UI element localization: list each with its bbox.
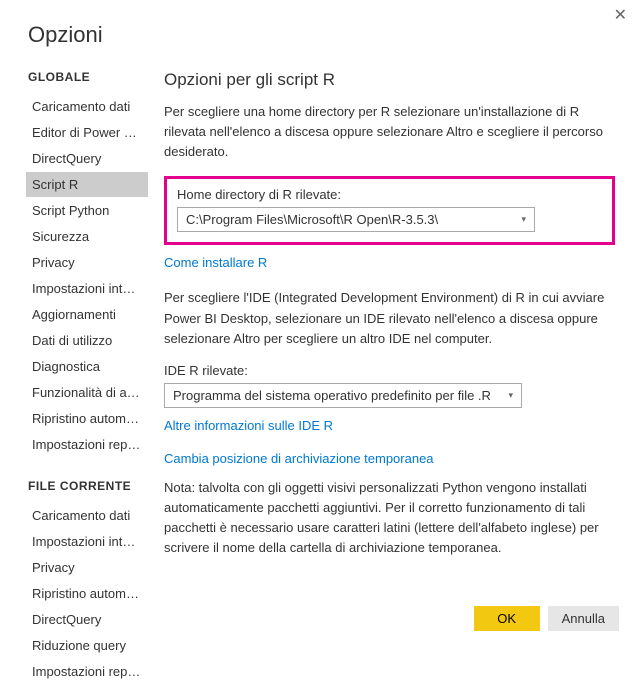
sidebar-header-current: FILE CORRENTE — [28, 479, 148, 493]
ide-label: IDE R rilevate: — [164, 363, 615, 378]
sidebar-item[interactable]: Aggiornamenti — [26, 302, 148, 327]
sidebar-item[interactable]: Riduzione query — [26, 633, 148, 658]
ide-section: IDE R rilevate: Programma del sistema op… — [164, 363, 615, 408]
dialog-buttons: OK Annulla — [474, 606, 619, 631]
sidebar-item[interactable]: Ripristino automatico — [26, 406, 148, 431]
sidebar-item[interactable]: Sicurezza — [26, 224, 148, 249]
main-title: Opzioni per gli script R — [164, 70, 615, 90]
sidebar-global-list: Caricamento datiEditor di Power QueryDir… — [28, 94, 148, 457]
intro-text: Per scegliere una home directory per R s… — [164, 102, 615, 162]
sidebar-item[interactable]: Caricamento dati — [26, 503, 148, 528]
sidebar-item[interactable]: DirectQuery — [26, 607, 148, 632]
sidebar-item[interactable]: DirectQuery — [26, 146, 148, 171]
sidebar-item[interactable]: Privacy — [26, 555, 148, 580]
sidebar-item[interactable]: Impostazioni intern... — [26, 529, 148, 554]
ide-info-link[interactable]: Altre informazioni sulle IDE R — [164, 418, 333, 433]
sidebar-item[interactable]: Caricamento dati — [26, 94, 148, 119]
sidebar-item[interactable]: Privacy — [26, 250, 148, 275]
temp-storage-link[interactable]: Cambia posizione di archiviazione tempor… — [164, 451, 434, 466]
sidebar-current-list: Caricamento datiImpostazioni intern...Pr… — [28, 503, 148, 684]
install-r-link[interactable]: Come installare R — [164, 255, 267, 270]
ide-value: Programma del sistema operativo predefin… — [173, 388, 491, 403]
sidebar-item[interactable]: Funzionalità di ante... — [26, 380, 148, 405]
sidebar-item[interactable]: Editor di Power Query — [26, 120, 148, 145]
ok-button[interactable]: OK — [474, 606, 540, 631]
sidebar-item[interactable]: Impostazioni report — [26, 659, 148, 684]
sidebar-item[interactable]: Script Python — [26, 198, 148, 223]
chevron-down-icon: ▾ — [508, 390, 513, 401]
sidebar-header-global: GLOBALE — [28, 70, 148, 84]
ide-dropdown[interactable]: Programma del sistema operativo predefin… — [164, 383, 522, 408]
ide-text: Per scegliere l'IDE (Integrated Developm… — [164, 288, 615, 348]
dialog-content: GLOBALE Caricamento datiEditor di Power … — [0, 70, 639, 609]
sidebar: GLOBALE Caricamento datiEditor di Power … — [0, 70, 148, 609]
home-directory-label: Home directory di R rilevate: — [177, 187, 602, 202]
main-panel: Opzioni per gli script R Per scegliere u… — [148, 70, 639, 609]
home-directory-section: Home directory di R rilevate: C:\Program… — [164, 176, 615, 245]
sidebar-item[interactable]: Script R — [26, 172, 148, 197]
sidebar-item[interactable]: Ripristino automatico — [26, 581, 148, 606]
sidebar-item[interactable]: Dati di utilizzo — [26, 328, 148, 353]
home-directory-dropdown[interactable]: C:\Program Files\Microsoft\R Open\R-3.5.… — [177, 207, 535, 232]
cancel-button[interactable]: Annulla — [548, 606, 619, 631]
sidebar-item[interactable]: Impostazioni report — [26, 432, 148, 457]
home-directory-value: C:\Program Files\Microsoft\R Open\R-3.5.… — [186, 212, 438, 227]
sidebar-item[interactable]: Diagnostica — [26, 354, 148, 379]
close-button[interactable]: ✕ — [614, 8, 627, 24]
close-icon: ✕ — [614, 7, 627, 24]
chevron-down-icon: ▾ — [521, 214, 526, 225]
options-dialog: ✕ Opzioni GLOBALE Caricamento datiEditor… — [0, 0, 639, 649]
sidebar-item[interactable]: Impostazioni intern... — [26, 276, 148, 301]
dialog-title: Opzioni — [0, 0, 639, 48]
note-text: Nota: talvolta con gli oggetti visivi pe… — [164, 478, 615, 559]
